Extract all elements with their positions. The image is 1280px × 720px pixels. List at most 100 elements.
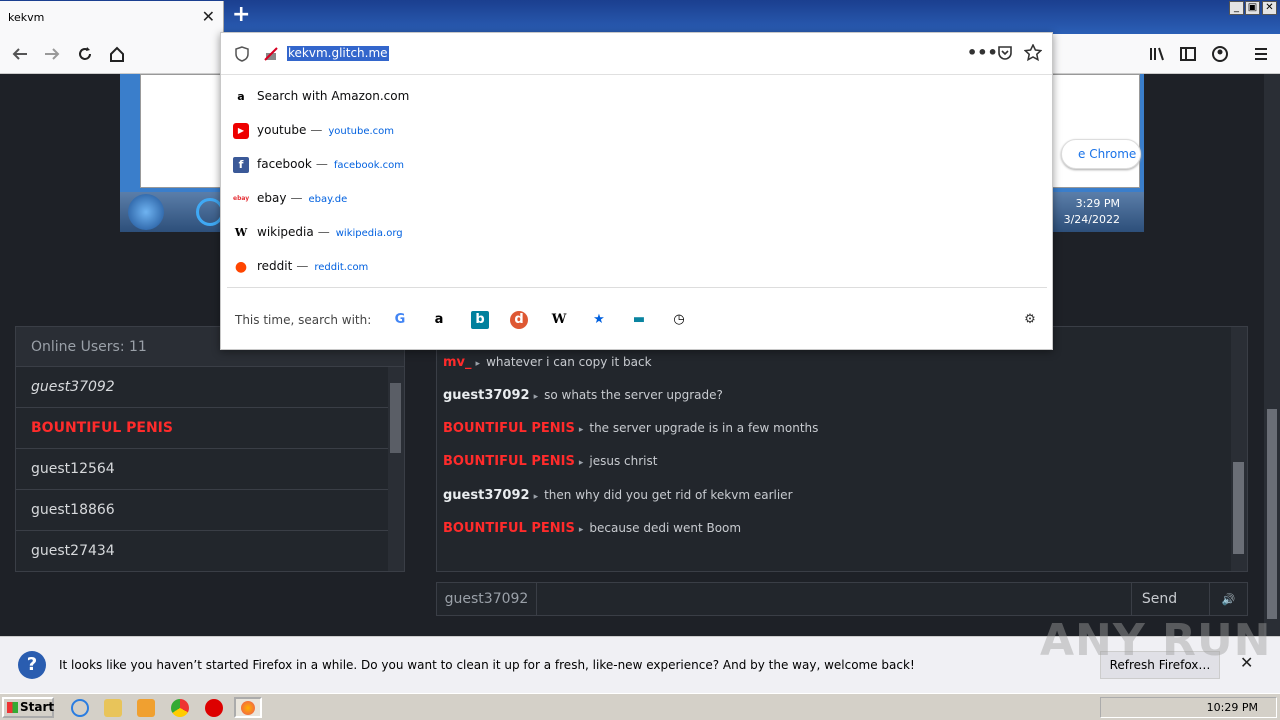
tabs-engine-icon[interactable]: ▬ bbox=[630, 311, 648, 329]
chrome-button: e Chrome bbox=[1061, 139, 1141, 169]
suggestion-title: facebook bbox=[257, 157, 312, 171]
start-button[interactable]: Start bbox=[2, 697, 54, 718]
tab-title: kekvm bbox=[8, 11, 45, 24]
chat-log: mv_▸i had reject implemented but my brai… bbox=[436, 326, 1248, 572]
url-input-row[interactable]: kekvm.glitch.me ••• bbox=[221, 33, 1052, 75]
firefox-icon bbox=[241, 701, 255, 715]
start-label: Start bbox=[20, 700, 55, 714]
system-tray: 10:29 PM bbox=[1100, 697, 1277, 718]
bookmarks-engine-icon[interactable]: ★ bbox=[590, 311, 608, 329]
account-button[interactable] bbox=[1208, 42, 1232, 66]
new-tab-button[interactable]: + bbox=[232, 4, 250, 26]
google-engine-icon[interactable]: G bbox=[391, 311, 409, 329]
notification-text: It looks like you haven’t started Firefo… bbox=[59, 658, 915, 672]
message-author[interactable]: BOUNTIFUL PENIS bbox=[443, 454, 575, 469]
reload-button[interactable] bbox=[73, 42, 97, 66]
suggestion-url: ebay.de bbox=[308, 194, 348, 205]
page-scroll-thumb[interactable] bbox=[1267, 409, 1277, 619]
menu-button[interactable] bbox=[1249, 42, 1273, 66]
suggestion-item[interactable]: Wwikipedia — wikipedia.org bbox=[233, 215, 1033, 249]
user-list-item[interactable]: guest18866 bbox=[16, 490, 389, 531]
vm-time: 3:29 PM bbox=[1075, 197, 1120, 210]
opera-quicklaunch-icon[interactable] bbox=[205, 699, 223, 717]
sound-toggle-button[interactable]: 🔊 bbox=[1209, 583, 1247, 615]
users-scrollbar[interactable] bbox=[388, 367, 404, 571]
chat-scroll-thumb[interactable] bbox=[1233, 462, 1244, 554]
restore-button[interactable]: ▣ bbox=[1245, 1, 1260, 15]
insecure-connection-icon[interactable] bbox=[263, 46, 279, 62]
url-input[interactable]: kekvm.glitch.me bbox=[287, 46, 389, 61]
chat-scrollbar[interactable] bbox=[1231, 327, 1247, 571]
users-scroll-thumb[interactable] bbox=[390, 383, 401, 453]
message-author[interactable]: BOUNTIFUL PENIS bbox=[443, 521, 575, 536]
send-button[interactable]: Send bbox=[1131, 583, 1187, 615]
chat-message: BOUNTIFUL PENIS ▸ because dedi went Boom bbox=[443, 518, 741, 540]
bookmark-star-icon[interactable] bbox=[1024, 44, 1042, 62]
sidebar-button[interactable] bbox=[1176, 42, 1200, 66]
user-list-item[interactable]: BOUNTIFUL PENIS bbox=[16, 408, 389, 449]
minimize-button[interactable]: _ bbox=[1229, 1, 1244, 15]
wikipedia-icon: W bbox=[234, 225, 248, 239]
library-button[interactable] bbox=[1145, 42, 1169, 66]
close-window-button[interactable]: ✕ bbox=[1262, 1, 1277, 15]
question-icon: ? bbox=[18, 651, 46, 679]
user-list-item[interactable]: guest12564 bbox=[16, 449, 389, 490]
bing-engine-icon[interactable]: b bbox=[471, 311, 489, 329]
message-text: then why did you get rid of kekvm earlie… bbox=[544, 488, 793, 502]
pocket-icon[interactable] bbox=[997, 45, 1013, 61]
vm-date: 3/24/2022 bbox=[1063, 213, 1120, 226]
history-engine-icon[interactable]: ◷ bbox=[670, 311, 688, 329]
suggestion-url: reddit.com bbox=[314, 262, 369, 273]
message-author[interactable]: mv_ bbox=[443, 355, 472, 370]
hamburger-icon bbox=[1255, 48, 1267, 60]
amazon-engine-icon[interactable]: a bbox=[430, 311, 448, 329]
suggestion-url: wikipedia.org bbox=[335, 228, 403, 239]
suggestion-separator: — bbox=[296, 259, 309, 273]
page-actions-icon[interactable]: ••• bbox=[967, 43, 998, 62]
back-button[interactable] bbox=[8, 42, 32, 66]
user-list-item[interactable]: guest37092 bbox=[16, 367, 389, 408]
message-text: jesus christ bbox=[589, 454, 658, 468]
url-dropdown: kekvm.glitch.me ••• a Search with Amazon.… bbox=[220, 32, 1053, 350]
media-quicklaunch-icon[interactable] bbox=[137, 699, 155, 717]
message-author[interactable]: guest37092 bbox=[443, 388, 530, 403]
chat-message: BOUNTIFUL PENIS ▸ the server upgrade is in… bbox=[443, 418, 818, 440]
account-icon bbox=[1212, 46, 1228, 62]
firefox-task-button[interactable] bbox=[234, 697, 262, 718]
page-scrollbar[interactable] bbox=[1264, 74, 1280, 636]
tab-kekvm[interactable]: kekvm ✕ bbox=[0, 1, 224, 34]
suggestion-title: ebay bbox=[257, 191, 287, 205]
message-arrow-icon: ▸ bbox=[578, 425, 584, 435]
user-list-item[interactable]: guest27434 bbox=[16, 531, 389, 572]
home-button[interactable] bbox=[105, 42, 129, 66]
tab-close-icon[interactable]: ✕ bbox=[202, 7, 215, 26]
suggestion-item[interactable]: ▶ youtube — youtube.com bbox=[233, 113, 1033, 147]
message-author[interactable]: guest37092 bbox=[443, 488, 530, 503]
ie-quicklaunch-icon[interactable] bbox=[71, 699, 89, 717]
facebook-icon: f bbox=[233, 156, 249, 173]
chat-message: mv_ ▸ whatever i can copy it back bbox=[443, 352, 652, 374]
suggestion-item[interactable]: ebay ebay — ebay.de bbox=[233, 181, 1033, 215]
search-settings-gear-icon[interactable]: ⚙ bbox=[1021, 311, 1039, 329]
message-arrow-icon: ▸ bbox=[578, 458, 584, 468]
suggestion-item[interactable]: a Search with Amazon.com bbox=[233, 79, 1033, 113]
suggestion-separator: — bbox=[310, 123, 323, 137]
speaker-icon: 🔊 bbox=[1221, 593, 1236, 606]
search-with-label: This time, search with: bbox=[235, 313, 372, 327]
shield-icon[interactable] bbox=[235, 46, 249, 62]
suggestion-separator: — bbox=[290, 191, 303, 205]
suggestion-item[interactable]: ● reddit — reddit.com bbox=[233, 249, 1033, 283]
message-arrow-icon: ▸ bbox=[578, 525, 584, 535]
message-author[interactable]: BOUNTIFUL PENIS bbox=[443, 421, 575, 436]
duckduckgo-engine-icon[interactable]: d bbox=[510, 311, 528, 329]
suggestion-item[interactable]: f facebook — facebook.com bbox=[233, 147, 1033, 181]
online-users-list: guest37092 BOUNTIFUL PENIS guest12564 guest… bbox=[16, 367, 404, 572]
message-text: whatever i can copy it back bbox=[486, 355, 652, 369]
wikipedia-engine-icon[interactable]: W bbox=[550, 311, 568, 329]
message-arrow-icon: ▸ bbox=[533, 392, 539, 402]
chrome-quicklaunch-icon[interactable] bbox=[171, 699, 189, 717]
forward-button[interactable] bbox=[40, 42, 64, 66]
amazon-icon: a bbox=[237, 89, 245, 103]
reload-icon bbox=[79, 47, 91, 60]
explorer-quicklaunch-icon[interactable] bbox=[104, 699, 122, 717]
